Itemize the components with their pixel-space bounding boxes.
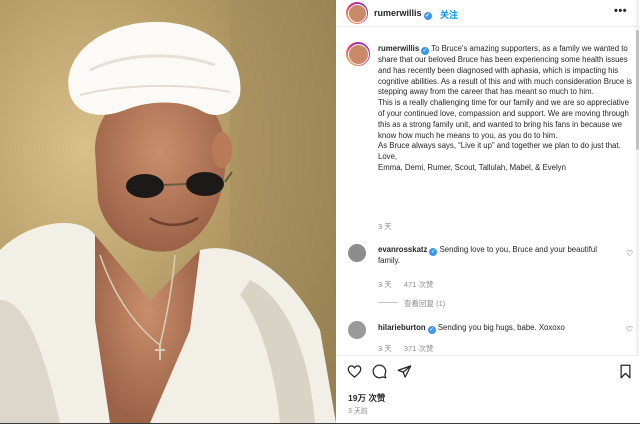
comment-likes[interactable]: 371 次赞 <box>404 344 434 353</box>
comment-username[interactable]: hilarieburton <box>378 323 426 332</box>
caption-meta: 3 天 <box>378 221 402 232</box>
view-replies-button[interactable]: 查看回复 (1) <box>378 298 445 309</box>
author-username[interactable]: rumerwillis ✓ <box>374 8 432 20</box>
comment-text: Sending you big hugs, babe. Xoxoxo <box>437 323 565 332</box>
view-replies-label[interactable]: 查看回复 (1) <box>404 299 445 308</box>
author-username-text[interactable]: rumerwillis <box>374 8 422 18</box>
comment-age[interactable]: 3 天 <box>378 344 392 353</box>
comment-username[interactable]: evanrosskatz <box>378 245 427 254</box>
post-side-panel: rumerwillis ✓ 关注 ••• rumerwillis ✓ To Bruc… <box>336 0 640 423</box>
caption-paragraph-4: Love, <box>378 152 398 162</box>
post-timestamp[interactable]: 3 天前 <box>348 406 368 416</box>
comment-age[interactable]: 3 天 <box>378 280 392 289</box>
caption-paragraph-5: Emma, Demi, Rumer, Scout, Tallulah, Mabe… <box>378 162 566 172</box>
instagram-post-window: rumerwillis ✓ 关注 ••• rumerwillis ✓ To Bruc… <box>0 0 640 423</box>
post-image <box>0 0 336 423</box>
comment-avatar[interactable] <box>348 244 366 262</box>
comments-scrollbar[interactable] <box>635 0 640 355</box>
post-caption: rumerwillis ✓ To Bruce's amazing supporte… <box>378 44 636 174</box>
post-photo[interactable] <box>0 0 336 423</box>
verified-badge-icon: ✓ <box>421 47 430 55</box>
post-header: rumerwillis ✓ 关注 ••• <box>336 0 640 27</box>
bookmark-icon[interactable] <box>619 364 632 384</box>
caption-username[interactable]: rumerwillis <box>378 44 419 53</box>
author-avatar[interactable] <box>346 2 368 24</box>
more-options-icon[interactable]: ••• <box>614 5 627 17</box>
verified-badge-icon: ✓ <box>427 326 436 334</box>
replies-divider <box>378 302 398 303</box>
comment-2-meta: 3 天 371 次赞 <box>378 343 443 354</box>
post-actions-bar: 19万 次赞 3 天前 <box>336 355 640 424</box>
comment-likes[interactable]: 471 次赞 <box>404 280 434 289</box>
follow-button[interactable]: 关注 <box>440 8 458 21</box>
comment-1: evanrosskatz ✓ Sending love to you, Bruce… <box>378 245 618 267</box>
comment-1-meta: 3 天 471 次赞 <box>378 279 443 290</box>
verified-badge-icon: ✓ <box>429 248 438 256</box>
share-icon[interactable] <box>397 364 412 384</box>
comment-2: hilarieburton ✓ Sending you big hugs, bab… <box>378 323 618 334</box>
comment-like-icon[interactable]: ♡ <box>626 249 633 258</box>
caption-age[interactable]: 3 天 <box>378 222 392 231</box>
caption-paragraph-2: This is a really challenging time for ou… <box>378 98 629 140</box>
comment-avatar[interactable] <box>348 321 366 339</box>
comment-icon[interactable] <box>372 364 387 384</box>
verified-badge-icon: ✓ <box>423 12 432 20</box>
comment-like-icon[interactable]: ♡ <box>626 325 633 334</box>
caption-paragraph-3: As Bruce always says, “Live it up” and t… <box>378 141 621 151</box>
caption-avatar[interactable] <box>346 42 370 66</box>
likes-count[interactable]: 19万 次赞 <box>348 392 385 404</box>
heart-icon[interactable] <box>347 364 362 384</box>
